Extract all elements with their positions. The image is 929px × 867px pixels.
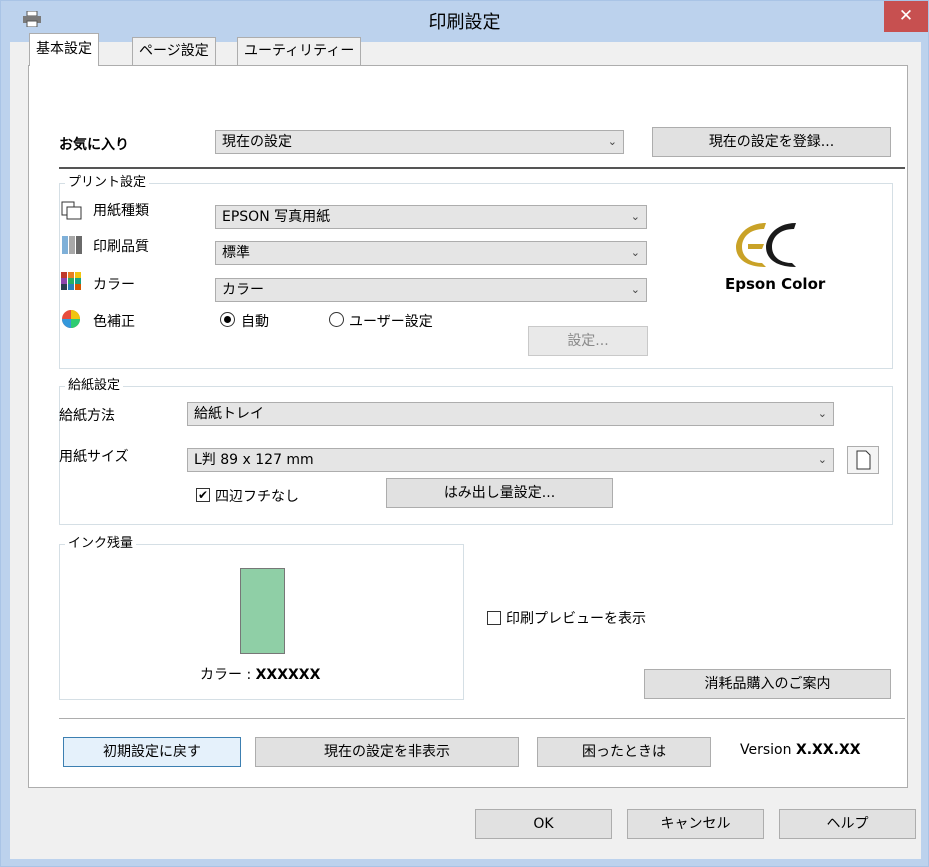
chevron-down-icon: ⌄ — [630, 246, 640, 259]
paper-source-label: 給紙方法 — [59, 408, 115, 424]
chevron-down-icon: ⌄ — [817, 407, 827, 420]
separator — [59, 718, 905, 719]
paper-size-label: 用紙サイズ — [59, 449, 129, 465]
print-settings-window: 印刷設定 ✕ 基本設定 ページ設定 ユーティリティー お気に入り 現在の設定 ⌄… — [0, 0, 929, 867]
cancel-button[interactable]: キャンセル — [627, 809, 764, 839]
help-button[interactable]: ヘルプ — [779, 809, 916, 839]
ink-cartridge-label: カラー : — [200, 667, 256, 683]
paper-source-select[interactable]: 給紙トレイ ⌄ — [187, 402, 834, 426]
tab-basic[interactable]: 基本設定 — [29, 33, 99, 66]
version-number: X.XX.XX — [795, 742, 861, 758]
tab-panel-basic: お気に入り 現在の設定 ⌄ 現在の設定を登録... プリント設定 用紙種類 EP… — [28, 65, 908, 788]
orientation-button[interactable] — [847, 446, 879, 474]
radio-auto[interactable] — [220, 312, 235, 327]
print-settings-group-label: プリント設定 — [65, 175, 150, 191]
ink-level-fill — [241, 569, 284, 653]
paper-type-value: EPSON 写真用紙 — [222, 209, 331, 225]
portrait-page-icon — [856, 450, 871, 470]
paper-settings-group-label: 給紙設定 — [65, 378, 124, 394]
paper-source-value: 給紙トレイ — [194, 406, 264, 422]
chevron-down-icon: ⌄ — [607, 135, 617, 148]
color-correction-label: 色補正 — [93, 314, 135, 330]
borderless-label: 四辺フチなし — [215, 489, 299, 505]
paper-type-select[interactable]: EPSON 写真用紙 ⌄ — [215, 205, 647, 229]
color-correction-settings-button[interactable]: 設定... — [528, 326, 648, 356]
title-bar[interactable]: 印刷設定 ✕ — [1, 1, 928, 35]
color-grid-icon — [61, 272, 81, 290]
print-preview-label: 印刷プレビューを表示 — [506, 611, 646, 627]
version-prefix: Version — [740, 742, 796, 758]
paper-type-label: 用紙種類 — [93, 203, 149, 219]
version-info: Version X.XX.XX — [740, 742, 861, 758]
ink-levels-group-label: インク残量 — [65, 536, 137, 552]
ink-cartridge-value: XXXXXX — [255, 667, 321, 683]
close-button[interactable]: ✕ — [884, 1, 928, 32]
epson-color-logo — [736, 223, 796, 267]
paper-size-select[interactable]: L判 89 x 127 mm ⌄ — [187, 448, 834, 472]
paper-size-value: L判 89 x 127 mm — [194, 452, 314, 468]
radio-user-settings[interactable] — [329, 312, 344, 327]
color-wheel-icon — [62, 310, 80, 328]
window-title: 印刷設定 — [428, 12, 501, 33]
paper-type-icon — [61, 201, 82, 220]
print-quality-select[interactable]: 標準 ⌄ — [215, 241, 647, 265]
tab-utility[interactable]: ユーティリティー — [237, 37, 362, 66]
register-settings-button[interactable]: 現在の設定を登録... — [652, 127, 891, 157]
separator — [59, 167, 905, 169]
print-quality-label: 印刷品質 — [93, 239, 149, 255]
radio-auto-label: 自動 — [241, 314, 269, 330]
color-select[interactable]: カラー ⌄ — [215, 278, 647, 302]
favorites-value: 現在の設定 — [222, 134, 292, 150]
favorites-select[interactable]: 現在の設定 ⌄ — [215, 130, 624, 154]
troubleshooting-button[interactable]: 困ったときは — [537, 737, 711, 767]
epson-color-logo-text: Epson Color — [725, 275, 826, 293]
favorites-label: お気に入り — [59, 137, 129, 153]
chevron-down-icon: ⌄ — [630, 283, 640, 296]
chevron-down-icon: ⌄ — [630, 210, 640, 223]
color-label: カラー — [93, 277, 135, 293]
hide-settings-button[interactable]: 現在の設定を非表示 — [255, 737, 519, 767]
expansion-settings-button[interactable]: はみ出し量設定... — [386, 478, 613, 508]
print-quality-icon — [62, 236, 82, 254]
supplies-info-button[interactable]: 消耗品購入のご案内 — [644, 669, 891, 699]
ok-button[interactable]: OK — [475, 809, 612, 839]
tab-page-setup[interactable]: ページ設定 — [132, 37, 216, 66]
print-quality-value: 標準 — [222, 245, 250, 261]
chevron-down-icon: ⌄ — [817, 453, 827, 466]
radio-user-settings-label: ユーザー設定 — [349, 314, 433, 330]
reset-defaults-button[interactable]: 初期設定に戻す — [63, 737, 241, 767]
print-preview-checkbox[interactable] — [487, 611, 501, 625]
color-value: カラー — [222, 282, 264, 298]
ink-cartridge — [240, 568, 285, 654]
borderless-checkbox[interactable]: ✔ — [196, 488, 210, 502]
ink-cartridge-caption: カラー : XXXXXX — [200, 664, 320, 684]
